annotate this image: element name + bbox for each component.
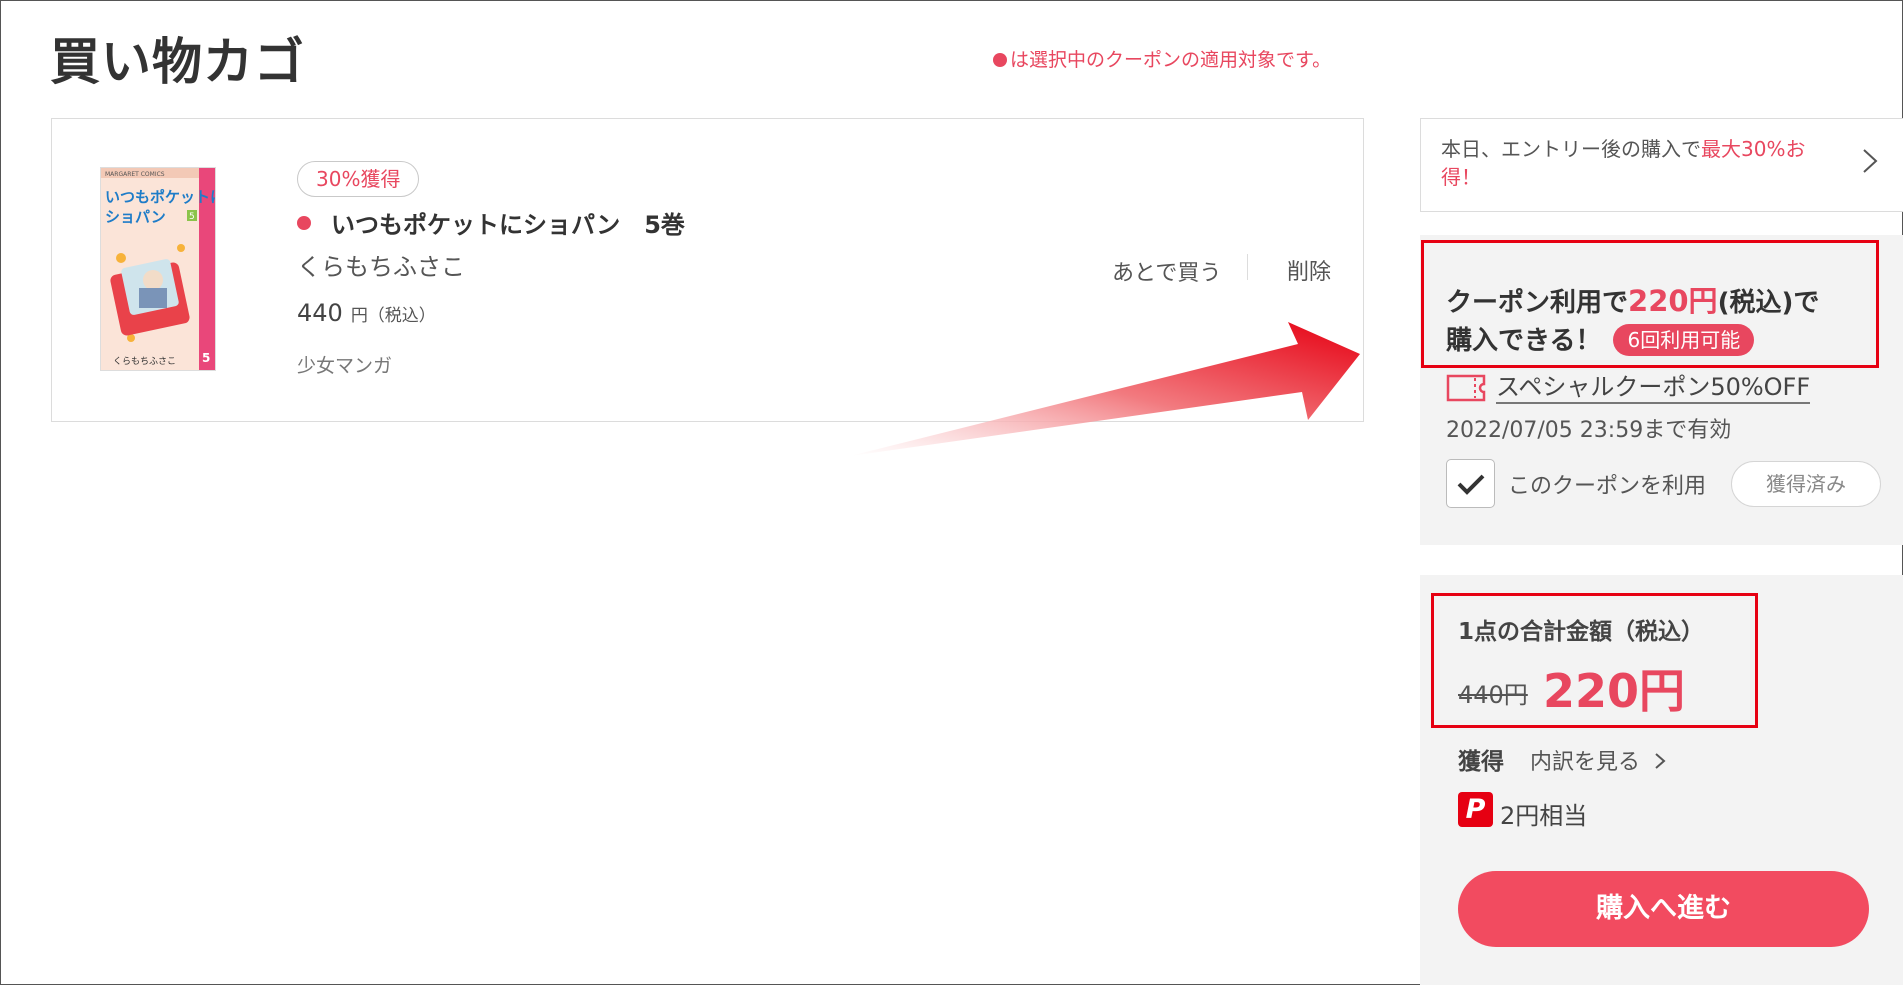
reward-badge: 30%獲得	[297, 161, 420, 197]
cover-title-line2: ショパン	[105, 208, 166, 226]
chevron-right-icon	[1655, 753, 1666, 769]
coupon-headline-line2: 購入できる！	[1446, 326, 1602, 356]
coupon-headline-after: (税込)で	[1717, 288, 1820, 318]
breakdown-link[interactable]: 内訳を見る	[1530, 744, 1667, 776]
item-genre: 少女マンガ	[297, 355, 393, 377]
cover-title-line1: いつもポケットに	[105, 188, 216, 206]
coupon-headline-before: クーポン利用で	[1446, 288, 1629, 318]
final-price: 220円	[1543, 664, 1686, 718]
coupon-name-link[interactable]: スペシャルクーポン50%OFF	[1496, 372, 1811, 404]
item-title-row: いつもポケットにショパン 5巻	[297, 205, 685, 240]
coupon-note-text: は選択中のクーポンの適用対象です。	[1010, 49, 1332, 71]
coupon-uses-badge: 6回利用可能	[1613, 324, 1755, 356]
ticket-icon	[1446, 374, 1486, 402]
item-price-unit: 円（税込）	[350, 306, 436, 326]
entry-campaign-banner[interactable]: 本日、エントリー後の購入で最大30%お得！	[1420, 118, 1903, 212]
item-title[interactable]: いつもポケットにショパン 5巻	[331, 205, 685, 240]
entry-banner-text: 本日、エントリー後の購入で最大30%お得！	[1441, 135, 1841, 191]
delete-button[interactable]: 削除	[1287, 254, 1331, 286]
chevron-right-icon	[1861, 147, 1879, 182]
coupon-note: は選択中のクーポンの適用対象です。	[993, 45, 1331, 72]
item-price: 440 円（税込）	[297, 299, 436, 327]
buy-later-button[interactable]: あとで買う	[1112, 255, 1221, 287]
coupon-name-row: スペシャルクーポン50%OFF	[1446, 372, 1811, 404]
coupon-acquired-button[interactable]: 獲得済み	[1731, 461, 1881, 507]
page-title: 買い物カゴ	[50, 33, 305, 91]
original-price: 440円	[1458, 681, 1528, 709]
earn-label: 獲得	[1458, 749, 1504, 775]
coupon-headline: クーポン利用で220円(税込)で 購入できる！ 6回利用可能	[1446, 282, 1866, 360]
cover-series-label: MARGARET COMICS	[105, 171, 165, 178]
checkout-button[interactable]: 購入へ進む	[1458, 871, 1869, 947]
coupon-target-dot-icon	[993, 53, 1007, 67]
coupon-headline-price: 220円	[1628, 284, 1718, 318]
breakdown-link-text[interactable]: 内訳を見る	[1530, 750, 1640, 775]
item-price-value: 440	[297, 299, 343, 327]
book-cover-image[interactable]: MARGARET COMICS いつもポケットに ショパン 5 くらもちふさこ …	[100, 167, 216, 371]
cover-author: くらもちふさこ	[113, 356, 176, 367]
paypay-icon: P	[1458, 792, 1493, 827]
item-author[interactable]: くらもちふさこ	[297, 247, 465, 282]
checkmark-icon	[1457, 474, 1485, 495]
action-divider	[1247, 254, 1248, 280]
use-coupon-checkbox[interactable]	[1446, 459, 1495, 508]
coupon-expiry: 2022/07/05 23:59まで有効	[1446, 418, 1732, 443]
use-coupon-label[interactable]: このクーポンを利用	[1508, 468, 1706, 500]
annotation-arrow	[850, 322, 1360, 456]
entry-banner-text-main: 本日、エントリー後の購入で	[1441, 137, 1701, 161]
total-label: 1点の合計金額（税込）	[1458, 619, 1705, 645]
cover-volume-badge: 5	[189, 212, 195, 222]
points-value: 2円相当	[1500, 802, 1588, 830]
coupon-target-dot-icon	[297, 215, 311, 230]
cover-spine-volume: 5	[202, 351, 210, 365]
